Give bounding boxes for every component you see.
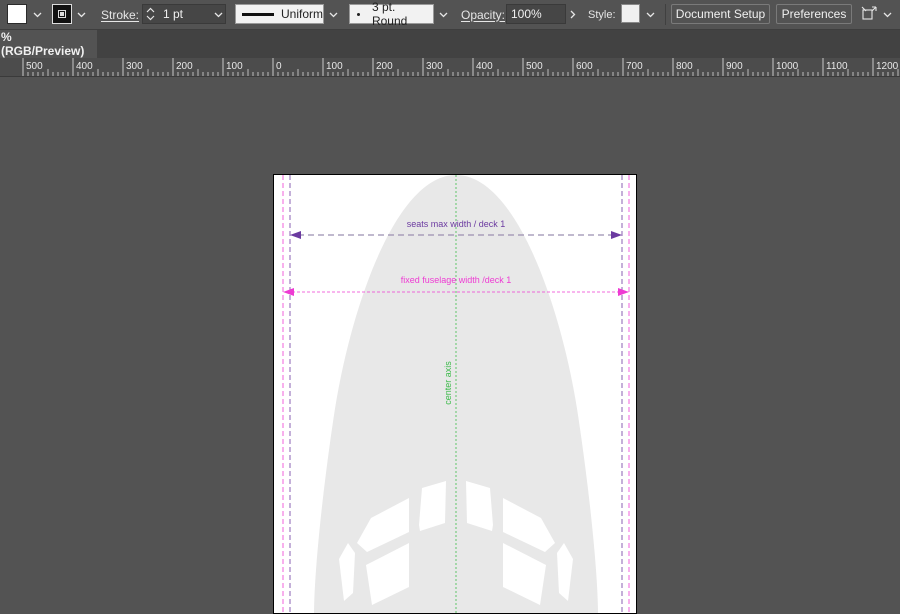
arrange-documents-icon[interactable] [860, 5, 878, 23]
stroke-color-swatch[interactable] [52, 4, 72, 24]
artboard-artwork [282, 175, 630, 613]
opacity-field[interactable]: 100% [506, 4, 566, 24]
horizontal-ruler[interactable]: 500 400 300 200 100 0 100 200 300 400 500 600 700 800… [0, 58, 900, 77]
ruler-label: 400 [76, 61, 93, 72]
opacity-expand-chevron-icon[interactable] [566, 0, 580, 29]
stroke-weight-stepper-icon[interactable] [145, 5, 156, 23]
seats-width-arrow-left-icon [290, 231, 301, 239]
cockpit-window [419, 481, 446, 531]
fuselage-width-arrow-right-icon [618, 288, 629, 296]
artboard[interactable]: seats max width / deck 1 fixed fuselage … [273, 174, 637, 614]
profile-value: Uniform [280, 7, 323, 21]
brush-chevron-icon[interactable] [436, 0, 450, 29]
fill-dropdown-chevron-icon[interactable] [30, 0, 44, 29]
ruler-label: 300 [126, 61, 143, 72]
document-setup-label: Document Setup [675, 7, 766, 21]
control-bar-divider [665, 4, 666, 25]
variable-width-profile-select[interactable]: Uniform [235, 4, 324, 24]
document-setup-button[interactable]: Document Setup [671, 4, 770, 24]
style-label-text: Style: [588, 8, 616, 21]
ruler-label: 200 [376, 61, 393, 72]
stroke-weight-value: 1 pt [163, 7, 184, 21]
arrange-chevron-icon[interactable] [880, 0, 894, 29]
graphic-style-swatch[interactable] [621, 4, 640, 23]
opacity-label-text: Opacity: [461, 7, 506, 22]
cockpit-window [466, 481, 493, 531]
brush-definition-select[interactable]: 3 pt. Round [349, 0, 434, 28]
style-label: Style: [588, 0, 616, 29]
stroke-label[interactable]: Stroke: [101, 0, 139, 29]
ruler-label: 900 [726, 61, 743, 72]
ruler-label: 500 [26, 61, 43, 72]
brush-value: 3 pt. Round [371, 0, 408, 28]
fill-color-swatch[interactable] [7, 4, 27, 24]
document-tab-label: % (RGB/Preview) [1, 30, 85, 58]
fuselage-width-annotation: fixed fuselage width /deck 1 [400, 275, 512, 285]
control-bar: Stroke: 1 pt Uniform 3 pt. Round Opacity… [0, 0, 900, 30]
stroke-weight-chevron-icon[interactable] [211, 0, 225, 29]
ruler-label: 1200 [876, 61, 899, 72]
opacity-value: 100% [511, 7, 542, 21]
ruler-label: 800 [676, 61, 693, 72]
document-tab-bar: % (RGB/Preview) [0, 30, 900, 58]
ruler-label: 100 [226, 61, 243, 72]
stroke-dropdown-chevron-icon[interactable] [74, 0, 88, 29]
ruler-label: 400 [476, 61, 493, 72]
profile-chevron-icon[interactable] [326, 0, 340, 29]
ruler-label: 0 [276, 61, 282, 72]
round-brush-dot-icon [357, 12, 360, 16]
seats-width-arrow-right-icon [611, 231, 622, 239]
ruler-label: 500 [526, 61, 543, 72]
opacity-label[interactable]: Opacity: [461, 0, 505, 29]
document-tab[interactable]: % (RGB/Preview) [0, 30, 97, 58]
ruler-label: 1000 [776, 61, 799, 72]
preferences-label: Preferences [781, 7, 847, 21]
center-axis-annotation: center axis [443, 361, 453, 405]
uniform-line-icon [242, 12, 274, 16]
ruler-label: 600 [576, 61, 593, 72]
style-chevron-icon[interactable] [643, 0, 657, 29]
seats-width-annotation: seats max width / deck 1 [406, 219, 506, 229]
fuselage-width-arrow-left-icon [283, 288, 294, 296]
stroke-label-text: Stroke: [101, 7, 140, 22]
ruler-label: 700 [626, 61, 643, 72]
ruler-ticks: 500 400 300 200 100 0 100 200 300 400 500 600 700 800… [22, 58, 899, 76]
ruler-label: 100 [326, 61, 343, 72]
ruler-label: 1100 [826, 61, 848, 72]
ruler-label: 200 [176, 61, 193, 72]
preferences-button[interactable]: Preferences [776, 4, 852, 24]
ruler-label: 300 [426, 61, 443, 72]
